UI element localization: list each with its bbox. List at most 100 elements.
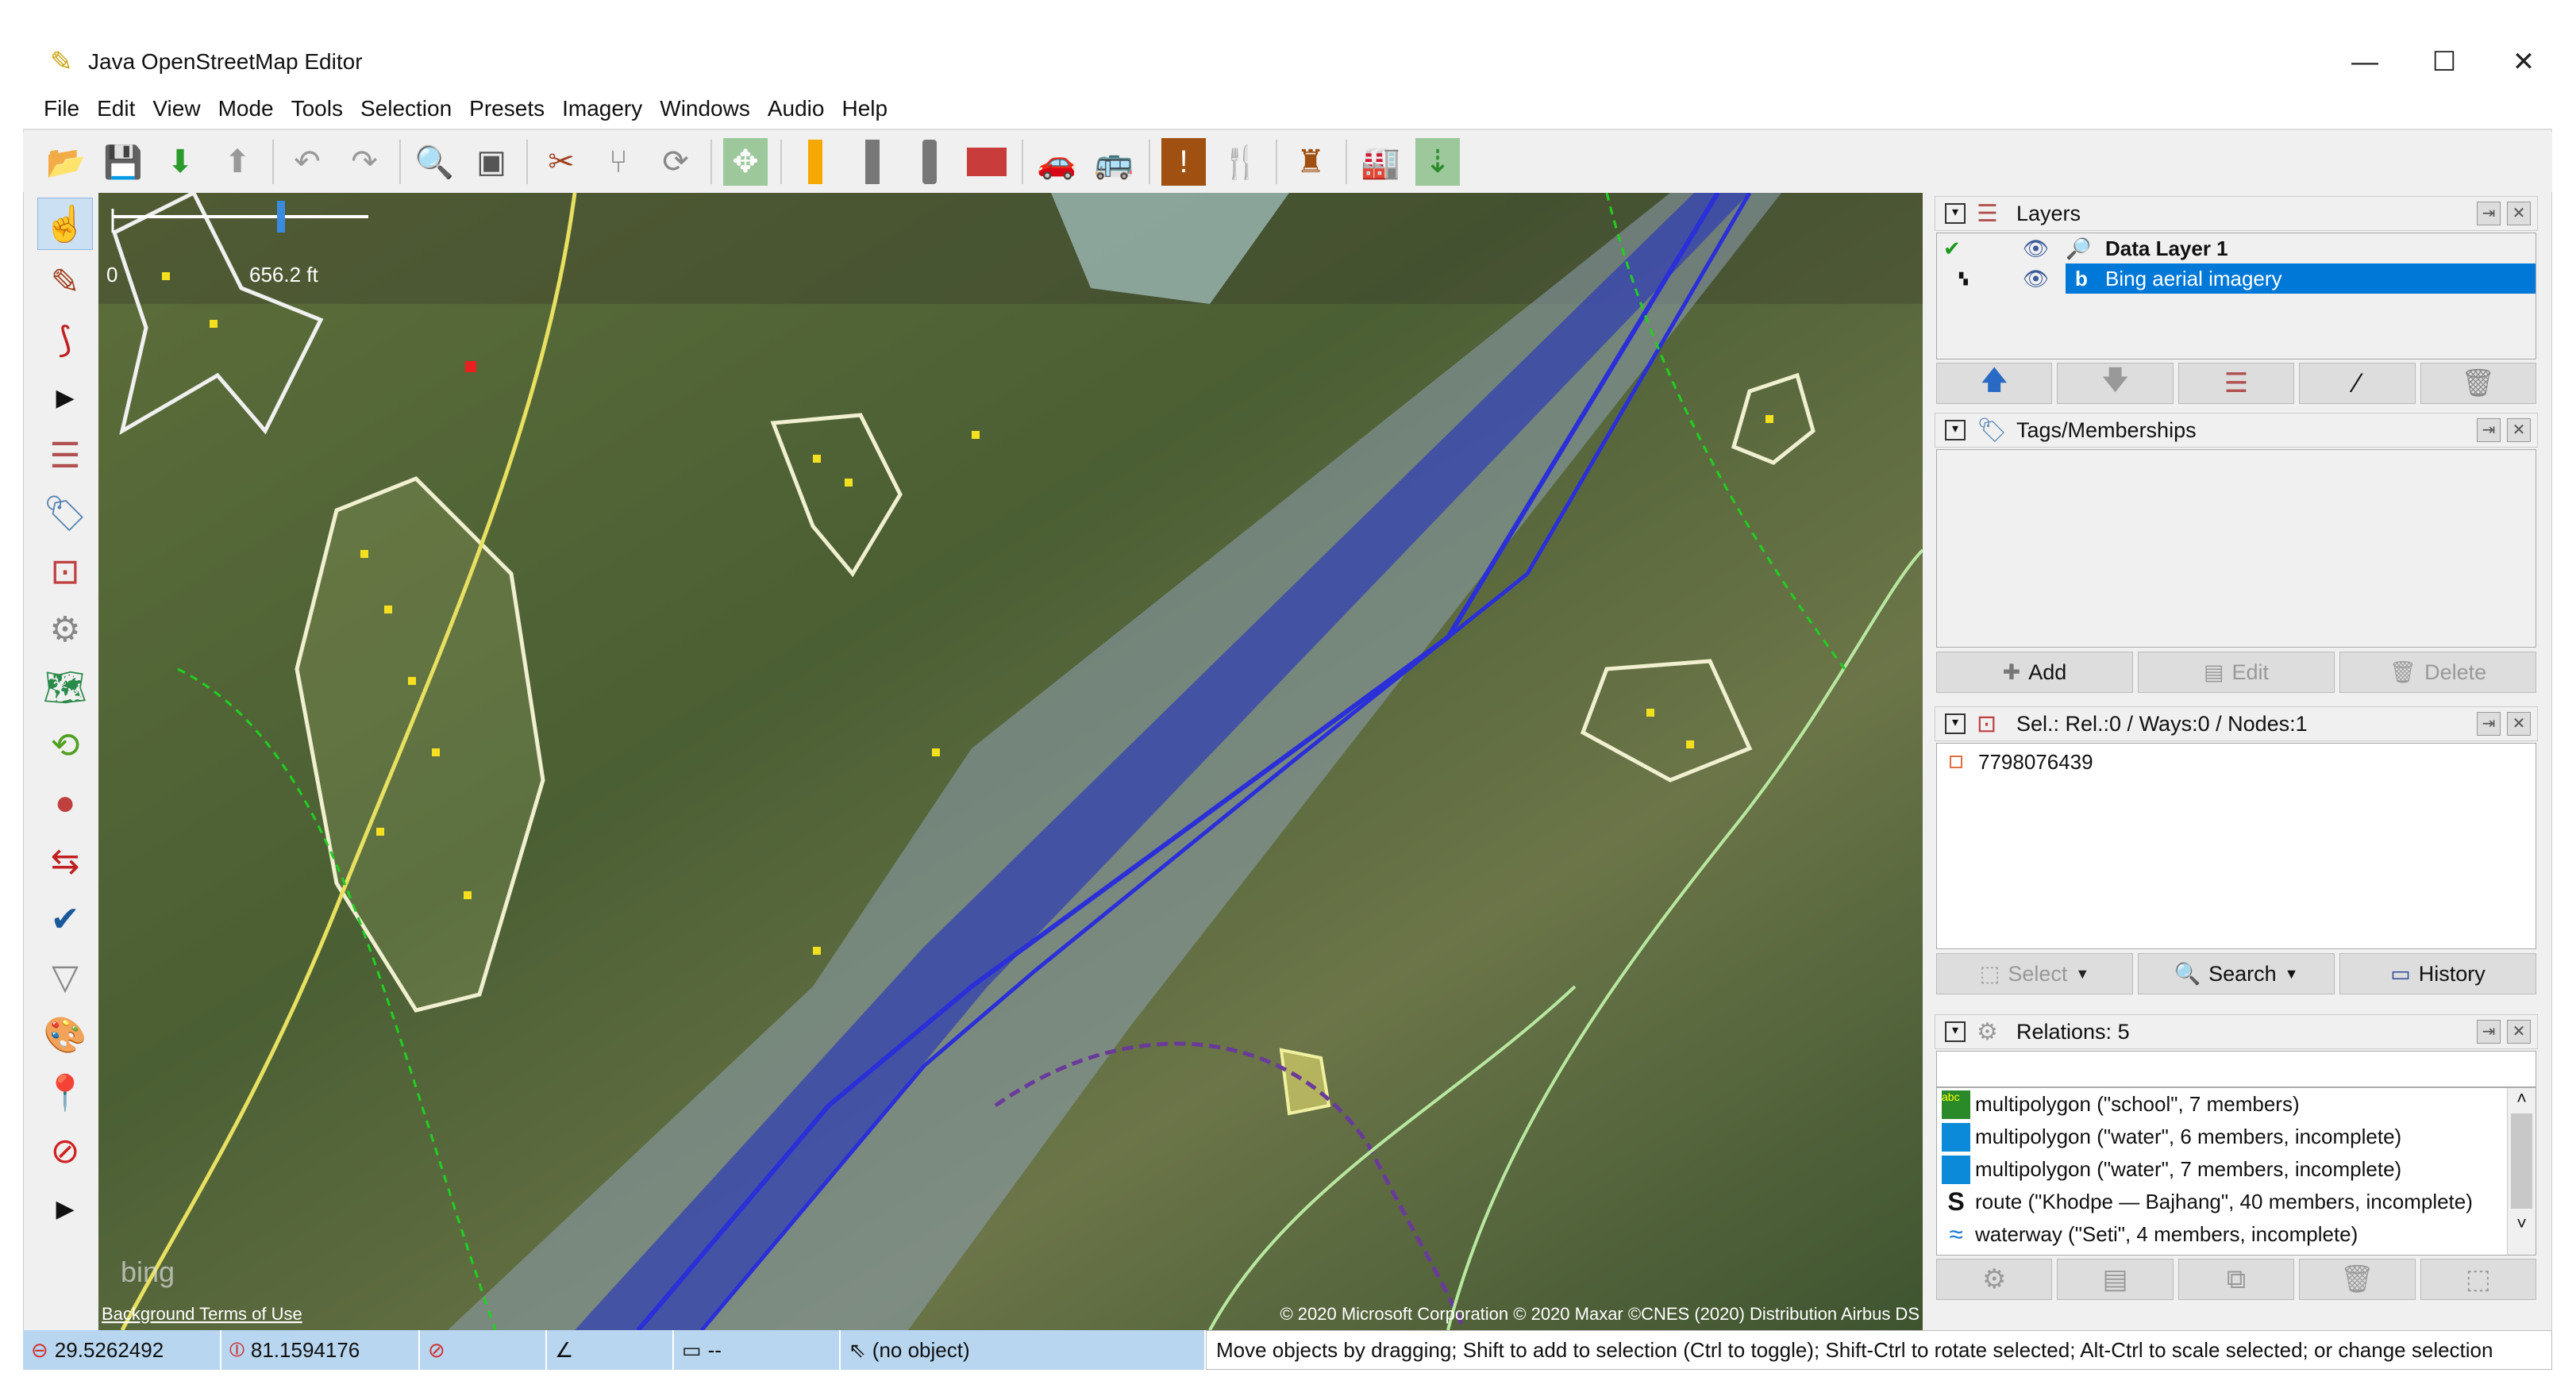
edit-relation-button[interactable]: ▤ — [2057, 1259, 2174, 1300]
menu-edit[interactable]: Edit — [97, 96, 135, 121]
refresh-icon[interactable]: ⟳ — [653, 138, 698, 186]
collapse-toggle[interactable]: ▾ — [1945, 1021, 1966, 1042]
menu-selection[interactable]: Selection — [360, 96, 452, 121]
castle-icon[interactable]: ♜ — [1288, 138, 1333, 186]
car-icon[interactable]: 🚗 — [1034, 138, 1079, 186]
scroll-thumb[interactable] — [2511, 1113, 2532, 1209]
selected-node[interactable] — [465, 361, 476, 372]
detach-button[interactable]: ⇥ — [2477, 202, 2501, 225]
zoom-icon[interactable]: 🔍 — [412, 138, 456, 186]
map-paint-icon[interactable]: 🗺 — [37, 661, 93, 713]
history-icon[interactable]: ⟲ — [37, 719, 93, 771]
edit-tag-button[interactable]: ▤ Edit — [2138, 652, 2335, 693]
authors-icon[interactable]: ● — [37, 777, 93, 829]
layer-row[interactable]: ✔ 👁 🔎 Data Layer 1 — [1937, 233, 2536, 263]
map-style-icon[interactable]: 🎨 — [37, 1009, 93, 1061]
layers-toggle-icon[interactable]: ☰ — [37, 429, 93, 482]
relation-filter-input[interactable] — [1936, 1051, 2536, 1087]
undo-icon[interactable]: ↶ — [285, 138, 329, 186]
filter-icon[interactable]: ▽ — [37, 951, 93, 1003]
improve-way-icon[interactable]: ⟆ — [37, 313, 93, 366]
menu-presets[interactable]: Presets — [469, 96, 545, 121]
draw-mode-icon[interactable]: ✎ — [37, 256, 93, 308]
map-view[interactable]: 0 656.2 ft bing Background Terms of Use … — [98, 193, 1923, 1330]
save-icon[interactable]: 💾 — [101, 138, 145, 186]
close-panel-button[interactable]: ✕ — [2507, 202, 2531, 225]
open-file-icon[interactable]: 📂 — [44, 138, 88, 186]
preferences-icon[interactable]: ▣ — [469, 138, 514, 186]
split-way-icon[interactable]: ✂ — [539, 138, 583, 186]
roundabout-icon[interactable] — [907, 138, 952, 186]
amenity-icon[interactable]: ! — [1161, 138, 1206, 186]
chevron-down-icon[interactable]: ▼ — [2075, 966, 2089, 983]
redo-icon[interactable]: ↷ — [342, 138, 387, 186]
download-area-icon[interactable]: ⇣ — [1415, 138, 1460, 186]
menu-mode[interactable]: Mode — [218, 96, 274, 121]
delete-relation-button[interactable]: 🗑 — [2299, 1259, 2416, 1300]
menu-windows[interactable]: Windows — [660, 96, 750, 121]
upload-icon[interactable]: ⬆ — [215, 138, 260, 186]
validation-icon[interactable]: ✔ — [37, 893, 93, 945]
eye-visibility-icon[interactable]: 👁 — [2023, 237, 2054, 261]
detach-button[interactable]: ⇥ — [2477, 418, 2501, 442]
relations-toggle-icon[interactable]: ⚙ — [37, 603, 93, 656]
chevron-down-icon[interactable]: ▼ — [2285, 966, 2299, 983]
menu-file[interactable]: File — [44, 96, 79, 121]
menu-tools[interactable]: Tools — [291, 96, 343, 121]
more-modes-icon[interactable]: ▶ — [37, 371, 93, 424]
detach-button[interactable]: ⇥ — [2477, 712, 2501, 736]
select-mode-icon[interactable]: ☝ — [37, 198, 93, 250]
relation-item[interactable]: multipolygon ("water", 6 members, incomp… — [1937, 1121, 2536, 1153]
move-up-button[interactable]: 🡅 — [1936, 363, 2053, 404]
changeset-icon[interactable]: ⊘ — [37, 1125, 93, 1177]
aerial-map[interactable]: 0 656.2 ft bing Background Terms of Use … — [98, 193, 1923, 1330]
selection-list-toggle-icon[interactable]: ⊡ — [37, 545, 93, 598]
download-icon[interactable]: ⬇ — [158, 138, 202, 186]
layer-row[interactable]: ▚ 👁 b Bing aerial imagery — [1937, 263, 2536, 294]
close-panel-button[interactable]: ✕ — [2507, 1020, 2531, 1044]
detach-button[interactable]: ⇥ — [2477, 1020, 2501, 1044]
duplicate-relation-button[interactable]: ⧉ — [2177, 1259, 2295, 1300]
move-down-button[interactable]: 🡇 — [2057, 363, 2174, 404]
toggle-visibility-button[interactable]: ⁄ — [2299, 363, 2416, 404]
menu-audio[interactable]: Audio — [768, 96, 825, 121]
highway-road-icon[interactable] — [850, 138, 895, 186]
select-button[interactable]: ⬚ Select ▼ — [1936, 953, 2133, 994]
imagery-offset-icon[interactable]: ✥ — [723, 138, 768, 186]
collapse-toggle[interactable]: ▾ — [1945, 713, 1966, 734]
tags-table[interactable] — [1936, 449, 2536, 648]
restaurant-icon[interactable]: 🍴 — [1219, 138, 1263, 186]
scroll-down-icon[interactable]: ˅ — [2508, 1213, 2536, 1234]
selection-item[interactable]: 7798076439 — [1937, 747, 2536, 777]
maximize-button[interactable]: ☐ — [2405, 35, 2484, 89]
bus-icon[interactable]: 🚌 — [1092, 138, 1136, 186]
close-panel-button[interactable]: ✕ — [2507, 712, 2531, 736]
highway-primary-icon[interactable] — [793, 138, 837, 186]
relation-item[interactable]: ≈ waterway ("Seti", 4 members, incomplete… — [1937, 1218, 2536, 1251]
combine-way-icon[interactable]: ⑂ — [596, 138, 641, 186]
conflict-icon[interactable]: ⇆ — [37, 835, 93, 887]
search-button[interactable]: 🔍 Search ▼ — [2138, 953, 2335, 994]
notes-icon[interactable]: 📍 — [37, 1067, 93, 1119]
wall-icon[interactable] — [965, 138, 1009, 186]
delete-tag-button[interactable]: 🗑 Delete — [2339, 652, 2536, 693]
close-panel-button[interactable]: ✕ — [2507, 418, 2531, 442]
menu-imagery[interactable]: Imagery — [562, 96, 642, 121]
menu-help[interactable]: Help — [841, 96, 888, 121]
relation-item[interactable]: abc multipolygon ("school", 7 members) — [1937, 1088, 2536, 1121]
delete-layer-button[interactable]: 🗑 — [2420, 363, 2537, 404]
collapse-toggle[interactable]: ▾ — [1945, 420, 1966, 440]
history-button[interactable]: ▭ History — [2339, 953, 2536, 994]
industrial-icon[interactable]: 🏭 — [1358, 138, 1403, 186]
add-tag-button[interactable]: ✚ Add — [1936, 652, 2133, 693]
select-members-button[interactable]: ⬚ — [2420, 1259, 2537, 1300]
new-relation-button[interactable]: ⚙ — [1936, 1259, 2053, 1300]
menu-view[interactable]: View — [152, 96, 200, 121]
relation-item[interactable]: multipolygon ("water", 7 members, incomp… — [1937, 1153, 2536, 1186]
collapse-toggle[interactable]: ▾ — [1945, 203, 1966, 224]
tags-toggle-icon[interactable]: 🏷 — [37, 487, 93, 540]
activate-layer-button[interactable]: ☰ — [2177, 363, 2295, 404]
relation-item[interactable]: Sroute ("Khodpe — Bajhang", 40 members, … — [1937, 1186, 2536, 1218]
minimize-button[interactable]: — — [2325, 35, 2405, 89]
relation-list-scrollbar[interactable]: ˄ ˅ — [2507, 1088, 2536, 1255]
